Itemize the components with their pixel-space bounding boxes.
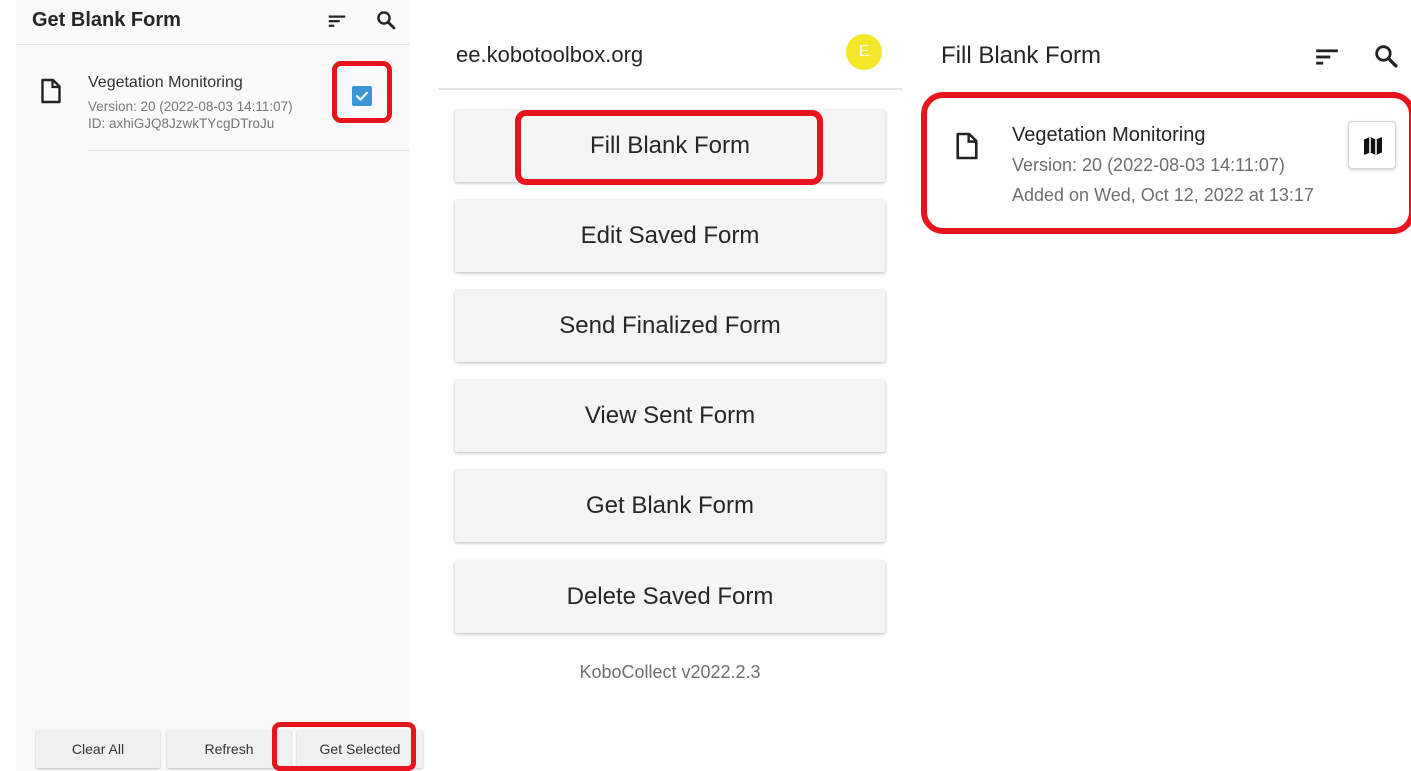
delete-saved-form-button[interactable]: Delete Saved Form [455,561,885,633]
avatar[interactable]: E [846,34,882,70]
server-title: ee.kobotoolbox.org [456,42,644,67]
app-version: KoboCollect v2022.2.3 [579,662,761,682]
divider [88,150,410,151]
highlight-checkbox [332,61,392,123]
sort-icon[interactable] [1314,44,1340,70]
highlight-fill-blank-form [515,110,823,185]
fill-blank-form-screen: Fill Blank Form Vegetation Monitoring Ve… [921,0,1411,771]
screenshot-root: Get Blank Form Vegetation Monitoring Ver… [0,0,1411,771]
form-name: Vegetation Monitoring [88,74,243,91]
edit-saved-form-button[interactable]: Edit Saved Form [455,200,885,272]
page-title: Get Blank Form [32,9,181,31]
search-icon[interactable] [1372,42,1400,70]
send-finalized-form-button[interactable]: Send Finalized Form [455,290,885,362]
sort-icon[interactable] [326,10,348,32]
highlight-form-card [921,92,1411,234]
document-icon [41,78,61,104]
form-id: ID: axhiGJQ8JzwkTYcgDTroJu [88,116,275,131]
page-title: Fill Blank Form [941,42,1102,69]
get-blank-form-button[interactable]: Get Blank Form [455,470,885,542]
app-bar: Get Blank Form [16,0,410,45]
search-icon[interactable] [374,8,398,32]
app-bar: ee.kobotoolbox.org E [438,22,902,90]
clear-all-button[interactable]: Clear All [36,730,160,768]
form-version: Version: 20 (2022-08-03 14:11:07) [88,99,293,114]
main-menu-screen: ee.kobotoolbox.org E Fill Blank Form Edi… [438,0,902,771]
highlight-get-selected [272,722,416,771]
view-sent-form-button[interactable]: View Sent Form [455,380,885,452]
